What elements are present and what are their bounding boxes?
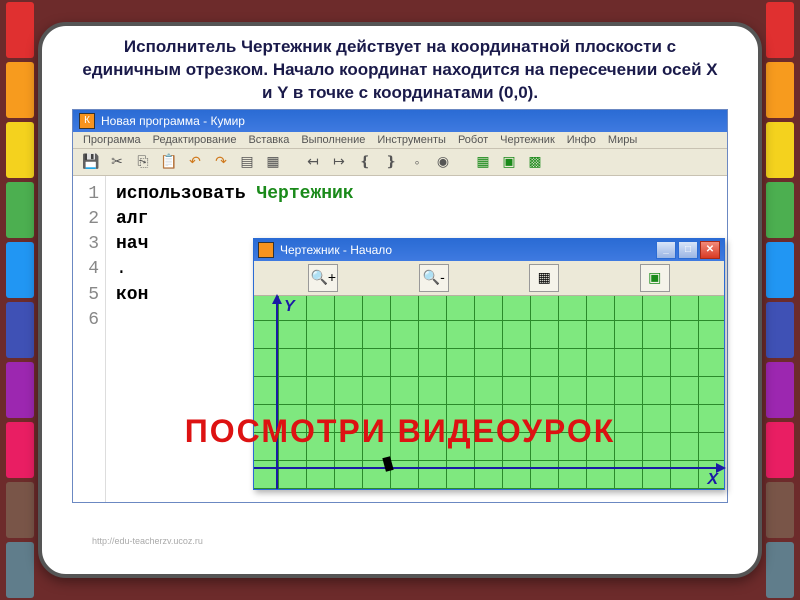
- brace-close-icon[interactable]: ❵: [381, 152, 401, 172]
- ide-toolbar: 💾 ✂ ⎘ 📋 ↶ ↷ ▤ ▦ ↤ ↦ ❴ ❵ ◦ ◉ ▦ ▣ ▩: [73, 149, 727, 176]
- minimize-button[interactable]: _: [656, 241, 676, 259]
- x-axis-label: X: [707, 471, 718, 489]
- menu-item[interactable]: Инструменты: [377, 134, 446, 146]
- executor-name: Чертежник: [256, 184, 353, 204]
- ide-titlebar: К Новая программа - Кумир: [73, 110, 727, 132]
- line-number: 2: [73, 207, 99, 232]
- marker-icon[interactable]: ◦: [407, 152, 427, 172]
- line-number: 1: [73, 182, 99, 207]
- ide-title: Новая программа - Кумир: [101, 114, 245, 128]
- maximize-button[interactable]: □: [678, 241, 698, 259]
- step-left-icon[interactable]: ↤: [303, 152, 323, 172]
- x-axis: [254, 467, 724, 469]
- draftsman-toolbar: 🔍+ 🔍- ▦ ▣: [254, 261, 724, 296]
- line-gutter: 1 2 3 4 5 6: [73, 176, 106, 502]
- marker2-icon[interactable]: ◉: [433, 152, 453, 172]
- draftsman-window[interactable]: Чертежник - Начало _ □ ✕ 🔍+ 🔍- ▦ ▣ Y X: [253, 238, 725, 490]
- source-url: http://edu-teacherzv.ucoz.ru: [92, 536, 203, 546]
- run-grid-icon[interactable]: ▦: [473, 152, 493, 172]
- menu-item[interactable]: Вставка: [248, 134, 289, 146]
- cut-icon[interactable]: ✂: [107, 152, 127, 172]
- y-axis: [276, 296, 278, 489]
- menu-item[interactable]: Робот: [458, 134, 488, 146]
- doc2-icon[interactable]: ▦: [263, 152, 283, 172]
- line-number: 5: [73, 283, 99, 308]
- save-icon[interactable]: 💾: [81, 152, 101, 172]
- draftsman-title: Чертежник - Начало: [280, 243, 650, 257]
- line-number: 4: [73, 257, 99, 282]
- undo-icon[interactable]: ↶: [185, 152, 205, 172]
- y-axis-label: Y: [284, 298, 295, 316]
- keyword-use: использовать: [116, 184, 246, 204]
- zoom-out-icon[interactable]: 🔍-: [419, 264, 449, 292]
- crayon-strip-left: [6, 0, 34, 600]
- run-grid2-icon[interactable]: ▩: [525, 152, 545, 172]
- run-box-icon[interactable]: ▣: [499, 152, 519, 172]
- line-number: 3: [73, 232, 99, 257]
- slide-card: Исполнитель Чертежник действует на коорд…: [38, 22, 762, 578]
- menu-item[interactable]: Инфо: [567, 134, 596, 146]
- app-icon: К: [79, 113, 95, 129]
- brace-open-icon[interactable]: ❴: [355, 152, 375, 172]
- menu-item[interactable]: Редактирование: [153, 134, 237, 146]
- zoom-in-icon[interactable]: 🔍+: [308, 264, 338, 292]
- paste-icon[interactable]: 📋: [159, 152, 179, 172]
- fit-icon[interactable]: ▣: [640, 264, 670, 292]
- slide-description: Исполнитель Чертежник действует на коорд…: [42, 26, 758, 109]
- menu-item[interactable]: Миры: [608, 134, 637, 146]
- doc-icon[interactable]: ▤: [237, 152, 257, 172]
- pen-cursor: [382, 456, 393, 472]
- menu-item[interactable]: Чертежник: [500, 134, 555, 146]
- copy-icon[interactable]: ⎘: [133, 152, 153, 172]
- crayon-strip-right: [766, 0, 794, 600]
- close-button[interactable]: ✕: [700, 241, 720, 259]
- coordinate-plane[interactable]: Y X: [254, 296, 724, 489]
- step-right-icon[interactable]: ↦: [329, 152, 349, 172]
- menu-item[interactable]: Программа: [83, 134, 141, 146]
- grid-icon[interactable]: ▦: [529, 264, 559, 292]
- menu-item[interactable]: Выполнение: [301, 134, 365, 146]
- ide-menubar: Программа Редактирование Вставка Выполне…: [73, 132, 727, 149]
- draftsman-app-icon: [258, 242, 274, 258]
- keyword-alg: алг: [116, 207, 354, 232]
- line-number: 6: [73, 308, 99, 333]
- watch-video-overlay: ПОСМОТРИ ВИДЕОУРОК: [0, 413, 800, 450]
- draftsman-titlebar[interactable]: Чертежник - Начало _ □ ✕: [254, 239, 724, 261]
- redo-icon[interactable]: ↷: [211, 152, 231, 172]
